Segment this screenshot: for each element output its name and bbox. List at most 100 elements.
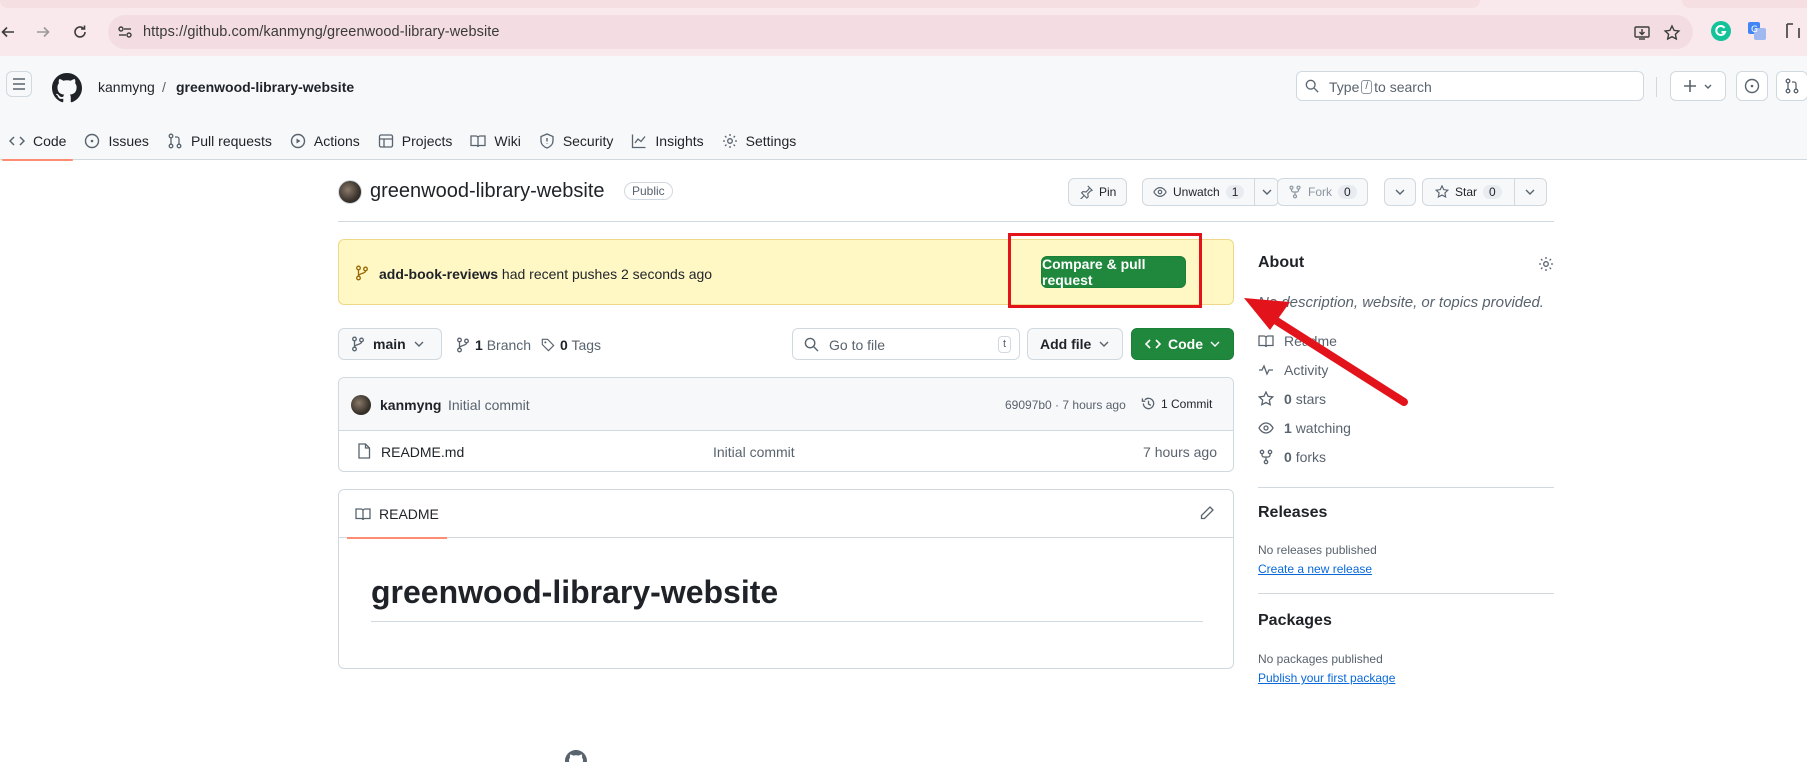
packages-title[interactable]: Packages: [1258, 612, 1332, 630]
watch-dropdown[interactable]: [1254, 179, 1278, 205]
issues-button[interactable]: [1736, 71, 1768, 101]
tab-projects[interactable]: Projects: [369, 122, 462, 160]
go-to-file-shortcut: t: [997, 336, 1011, 353]
breadcrumb-repo[interactable]: greenwood-library-website: [176, 79, 354, 95]
tab-issues[interactable]: Issues: [75, 122, 157, 160]
forks-link[interactable]: 0 forks: [1258, 449, 1326, 465]
tab-pull-requests[interactable]: Pull requests: [158, 122, 281, 160]
search-icon: [1305, 79, 1319, 93]
tab-strip-right: [1682, 0, 1807, 8]
code-button[interactable]: Code: [1131, 328, 1234, 360]
bookmark-star-icon[interactable]: [1663, 24, 1681, 42]
translate-icon[interactable]: G: [1746, 20, 1768, 42]
tab-label: Actions: [313, 133, 360, 149]
tag-label: Tags: [571, 337, 602, 353]
pencil-icon[interactable]: [1199, 505, 1215, 521]
graph-icon: [632, 134, 646, 149]
forks-count: 0: [1284, 449, 1292, 465]
search-placeholder: Type / to search: [1329, 79, 1432, 95]
commit-message[interactable]: Initial commit: [448, 397, 530, 413]
tab-label: Projects: [401, 133, 453, 149]
menu-button[interactable]: [6, 71, 32, 97]
file-commit-message[interactable]: Initial commit: [713, 444, 795, 460]
table-row[interactable]: README.md Initial commit 7 hours ago: [339, 431, 1233, 471]
star-icon: [1258, 391, 1274, 406]
stars-link[interactable]: 0 stars: [1258, 391, 1326, 407]
commit-author[interactable]: kanmyng: [380, 397, 441, 413]
tag-count: 0: [560, 337, 568, 353]
star-dropdown[interactable]: [1513, 179, 1546, 205]
tab-insights[interactable]: Insights: [622, 122, 712, 160]
tab-readme[interactable]: README: [347, 490, 447, 539]
unwatch-button[interactable]: Unwatch 1: [1142, 178, 1280, 206]
header-divider: [1656, 77, 1657, 97]
tag-icon: [541, 338, 555, 352]
go-to-file-input[interactable]: Go to file t: [792, 328, 1020, 360]
publish-package-link[interactable]: Publish your first package: [1258, 671, 1395, 685]
book-icon: [470, 135, 487, 148]
file-name[interactable]: README.md: [381, 444, 464, 460]
pull-request-icon: [168, 133, 182, 149]
watching-label: watching: [1295, 420, 1351, 436]
commit-hash-time[interactable]: 69097b0 · 7 hours ago: [1005, 398, 1126, 412]
tab-label: Code: [33, 133, 67, 149]
banner-branch-name[interactable]: add-book-reviews: [379, 266, 498, 282]
branch-name: main: [373, 336, 406, 352]
banner-message: had recent pushes 2 seconds ago: [501, 266, 713, 282]
owner-avatar[interactable]: [338, 180, 362, 204]
breadcrumb-separator: /: [162, 79, 166, 95]
gear-icon[interactable]: [1538, 256, 1554, 272]
readme-link[interactable]: Readme: [1258, 333, 1337, 349]
star-button[interactable]: Star 0: [1422, 178, 1547, 206]
create-release-link[interactable]: Create a new release: [1258, 562, 1372, 576]
tab-label: Wiki: [494, 133, 521, 149]
create-new-button[interactable]: [1670, 71, 1726, 101]
branch-selector[interactable]: main: [338, 328, 442, 360]
address-bar[interactable]: https://github.com/kanmyng/greenwood-lib…: [108, 15, 1693, 49]
sidebar-divider: [1258, 487, 1554, 488]
site-settings-icon[interactable]: [116, 23, 134, 41]
tab-code[interactable]: Code: [0, 122, 75, 161]
tab-security[interactable]: Security: [530, 122, 623, 160]
watching-link[interactable]: 1 watching: [1258, 420, 1351, 436]
sidebar-divider: [1258, 593, 1554, 594]
forks-label: forks: [1295, 449, 1327, 465]
branches-link[interactable]: 1 Branch: [456, 337, 531, 353]
grammarly-icon[interactable]: [1710, 20, 1732, 42]
install-app-icon[interactable]: [1633, 24, 1651, 42]
pull-requests-button[interactable]: [1776, 71, 1807, 101]
search-input[interactable]: Type / to search: [1296, 71, 1644, 101]
code-label: Code: [1168, 336, 1203, 352]
tab-label: Issues: [108, 133, 149, 149]
branch-label: Branch: [486, 337, 532, 353]
tab-wiki[interactable]: Wiki: [461, 122, 529, 160]
fork-button[interactable]: Fork 0: [1277, 178, 1368, 206]
pin-button[interactable]: Pin: [1068, 178, 1128, 206]
commit-author-avatar[interactable]: [351, 395, 371, 415]
breadcrumb-owner[interactable]: kanmyng: [98, 79, 155, 95]
packages-empty-text: No packages published: [1258, 652, 1383, 666]
tab-label: Pull requests: [190, 133, 272, 149]
watch-counter: 1: [1225, 185, 1245, 199]
pin-label: Pin: [1099, 185, 1117, 199]
activity-link[interactable]: Activity: [1258, 362, 1328, 378]
history-icon: [1141, 397, 1155, 410]
add-file-button[interactable]: Add file: [1027, 328, 1123, 360]
tags-link[interactable]: 0 Tags: [541, 337, 601, 353]
repo-name[interactable]: greenwood-library-website: [370, 180, 605, 203]
forward-icon[interactable]: [31, 20, 55, 44]
commit-history-link[interactable]: 1 Commit: [1141, 396, 1212, 411]
play-icon: [290, 133, 306, 149]
branch-count: 1: [475, 337, 483, 353]
tab-actions[interactable]: Actions: [281, 122, 369, 160]
tab-settings[interactable]: Settings: [713, 122, 806, 160]
releases-title[interactable]: Releases: [1258, 504, 1327, 522]
github-logo-icon[interactable]: [52, 73, 82, 103]
extensions-icon[interactable]: [1783, 20, 1805, 42]
fork-dropdown[interactable]: [1384, 178, 1416, 206]
book-icon: [355, 508, 371, 521]
table-icon: [378, 134, 393, 148]
back-icon[interactable]: [0, 20, 20, 44]
url-text: https://github.com/kanmyng/greenwood-lib…: [143, 24, 500, 40]
reload-icon[interactable]: [68, 20, 92, 44]
